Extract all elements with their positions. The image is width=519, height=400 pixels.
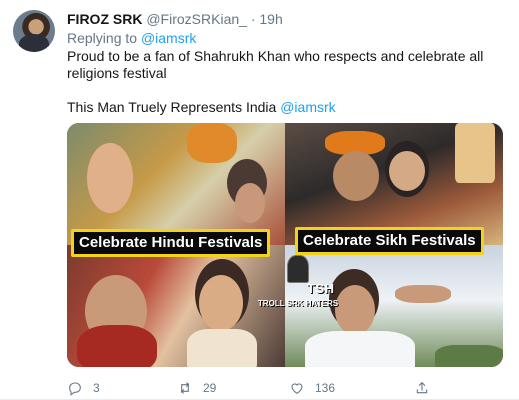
like-button[interactable]: 136 (289, 378, 335, 398)
tweet-text-line-1: Proud to be a fan of Shahrukh Khan who r… (67, 48, 484, 81)
replying-to-label: Replying to (67, 30, 138, 46)
tsh-watermark-title: TSH (307, 281, 335, 296)
retweet-count: 29 (203, 381, 217, 395)
collage-panel-hindu-festival (67, 123, 285, 245)
tweet-timestamp[interactable]: 19h (259, 11, 282, 27)
retweet-icon (180, 382, 190, 394)
share-icon (416, 381, 428, 394)
tweet[interactable]: FIROZ SRK @FirozSRKian_ · 19h Replying t… (0, 0, 519, 400)
tsh-watermark-subtitle: TROLL SRK HATERS (257, 299, 339, 308)
share-button[interactable] (414, 378, 430, 398)
avatar-figure (19, 34, 49, 52)
separator-dot: · (250, 11, 256, 27)
author-handle[interactable]: @FirozSRKian_ (146, 11, 247, 27)
reply-count: 3 (93, 381, 100, 395)
author-name[interactable]: FIROZ SRK (67, 11, 142, 27)
tweet-mention[interactable]: @iamsrk (280, 99, 335, 115)
like-count: 136 (315, 381, 336, 395)
tsh-watermark: TSH TROLL SRK HATERS (253, 255, 343, 317)
tweet-text: Proud to be a fan of Shahrukh Khan who r… (67, 48, 507, 116)
tweet-header: FIROZ SRK @FirozSRKian_ · 19h (67, 10, 283, 28)
reply-button[interactable]: 3 (67, 378, 100, 398)
caption-sikh-festivals: Celebrate Sikh Festivals (295, 227, 484, 255)
like-icon (291, 383, 303, 394)
caption-hindu-festivals: Celebrate Hindu Festivals (71, 229, 271, 257)
tweet-media-image[interactable]: Celebrate Hindu Festivals Celebrate Sikh… (67, 123, 503, 367)
tsh-mascot-icon (287, 255, 309, 283)
avatar[interactable] (13, 10, 55, 52)
replying-to-line: Replying to @iamsrk (67, 30, 196, 47)
tweet-text-line-2: This Man Truely Represents India @iamsrk (67, 99, 507, 116)
tweet-actions: 3 29 136 (67, 378, 507, 398)
retweet-button[interactable]: 29 (177, 378, 216, 398)
reply-icon (69, 382, 81, 396)
tweet-text-line-2-body: This Man Truely Represents India (67, 99, 277, 115)
replying-to-mention[interactable]: @iamsrk (141, 30, 196, 46)
